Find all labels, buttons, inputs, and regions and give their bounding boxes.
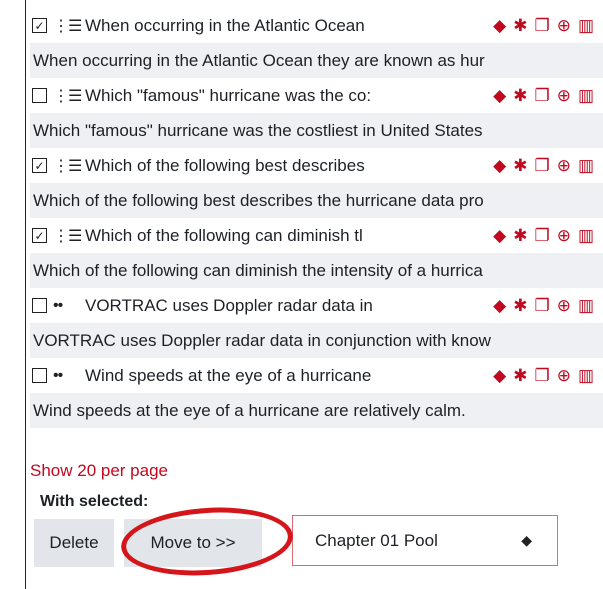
question-bank-panel: ✓ ⋮☰ When occurring in the Atlantic Ocean ◆… xyxy=(25,0,603,589)
question-name[interactable]: Which of the following best describes xyxy=(85,156,365,176)
zoom-icon[interactable]: ⊕ xyxy=(557,297,571,314)
question-actions: ◆ ✱ ❐ ⊕ ▥ xyxy=(491,218,594,253)
question-row: ⋮☰ Which "famous" hurricane was the co: ◆ ✱… xyxy=(30,78,603,113)
question-actions: ◆ ✱ ❐ ⊕ ▥ xyxy=(491,148,594,183)
question-name[interactable]: When occurring in the Atlantic Ocean xyxy=(85,16,365,36)
show-per-page-link[interactable]: Show 20 per page xyxy=(30,461,168,481)
gear-icon[interactable]: ✱ xyxy=(513,367,527,384)
copy-icon[interactable]: ❐ xyxy=(534,17,549,34)
question-name[interactable]: VORTRAC uses Doppler radar data in xyxy=(85,296,373,316)
zoom-icon[interactable]: ⊕ xyxy=(557,17,571,34)
question-row: ✓ ⋮☰ Which of the following best describes… xyxy=(30,148,603,183)
question-row: ✓ ⋮☰ Which of the following can diminish t… xyxy=(30,218,603,253)
question-actions: ◆ ✱ ❐ ⊕ ▥ xyxy=(491,358,594,393)
trash-icon[interactable]: ▥ xyxy=(578,87,594,104)
multichoice-type-icon: ⋮☰ xyxy=(53,17,82,35)
copy-icon[interactable]: ❐ xyxy=(534,297,549,314)
tag-icon[interactable]: ◆ xyxy=(493,87,506,104)
question-row: •• VORTRAC uses Doppler radar data in ◆ ✱ ❐ ⊕… xyxy=(30,288,603,323)
question-actions: ◆ ✱ ❐ ⊕ ▥ xyxy=(491,8,594,43)
question-actions: ◆ ✱ ❐ ⊕ ▥ xyxy=(491,78,594,113)
tag-icon[interactable]: ◆ xyxy=(493,367,506,384)
tag-icon[interactable]: ◆ xyxy=(493,297,506,314)
question-checkbox[interactable] xyxy=(32,88,47,103)
zoom-icon[interactable]: ⊕ xyxy=(557,157,571,174)
multichoice-type-icon: ⋮☰ xyxy=(53,157,82,175)
move-to-button[interactable]: Move to >> xyxy=(124,519,262,567)
question-text-row: When occurring in the Atlantic Ocean the… xyxy=(30,43,603,78)
zoom-icon[interactable]: ⊕ xyxy=(557,227,571,244)
multichoice-type-icon: ⋮☰ xyxy=(53,87,82,105)
category-select[interactable]: Chapter 01 Pool ◆ xyxy=(292,515,558,566)
zoom-icon[interactable]: ⊕ xyxy=(557,367,571,384)
trash-icon[interactable]: ▥ xyxy=(578,157,594,174)
question-row: ✓ ⋮☰ When occurring in the Atlantic Ocean ◆… xyxy=(30,8,603,43)
copy-icon[interactable]: ❐ xyxy=(534,87,549,104)
gear-icon[interactable]: ✱ xyxy=(513,227,527,244)
question-checkbox[interactable] xyxy=(32,298,47,313)
question-list: ✓ ⋮☰ When occurring in the Atlantic Ocean ◆… xyxy=(30,8,603,428)
trash-icon[interactable]: ▥ xyxy=(578,367,594,384)
with-selected-label: With selected: xyxy=(40,493,149,510)
question-name[interactable]: Wind speeds at the eye of a hurricane xyxy=(85,366,371,386)
true-false-type-icon: •• xyxy=(53,366,63,384)
tag-icon[interactable]: ◆ xyxy=(493,227,506,244)
zoom-icon[interactable]: ⊕ xyxy=(557,87,571,104)
tag-icon[interactable]: ◆ xyxy=(493,17,506,34)
copy-icon[interactable]: ❐ xyxy=(534,367,549,384)
question-text-row: Which "famous" hurricane was the costlie… xyxy=(30,113,603,148)
question-checkbox[interactable]: ✓ xyxy=(32,228,47,243)
question-checkbox[interactable] xyxy=(32,368,47,383)
trash-icon[interactable]: ▥ xyxy=(578,297,594,314)
trash-icon[interactable]: ▥ xyxy=(578,227,594,244)
gear-icon[interactable]: ✱ xyxy=(513,297,527,314)
category-select-value: Chapter 01 Pool xyxy=(315,531,438,550)
question-text-row: VORTRAC uses Doppler radar data in conju… xyxy=(30,323,603,358)
tag-icon[interactable]: ◆ xyxy=(493,157,506,174)
select-arrows-icon: ◆ xyxy=(521,532,532,548)
question-row: •• Wind speeds at the eye of a hurricane ◆… xyxy=(30,358,603,393)
question-text-row: Wind speeds at the eye of a hurricane ar… xyxy=(30,393,603,428)
copy-icon[interactable]: ❐ xyxy=(534,227,549,244)
question-checkbox[interactable]: ✓ xyxy=(32,18,47,33)
question-checkbox[interactable]: ✓ xyxy=(32,158,47,173)
trash-icon[interactable]: ▥ xyxy=(578,17,594,34)
gear-icon[interactable]: ✱ xyxy=(513,157,527,174)
question-name[interactable]: Which of the following can diminish tl xyxy=(85,226,363,246)
multichoice-type-icon: ⋮☰ xyxy=(53,227,82,245)
question-text-row: Which of the following best describes th… xyxy=(30,183,603,218)
delete-button[interactable]: Delete xyxy=(34,519,114,567)
question-text-row: Which of the following can diminish the … xyxy=(30,253,603,288)
copy-icon[interactable]: ❐ xyxy=(534,157,549,174)
true-false-type-icon: •• xyxy=(53,296,63,314)
gear-icon[interactable]: ✱ xyxy=(513,87,527,104)
gear-icon[interactable]: ✱ xyxy=(513,17,527,34)
question-name[interactable]: Which "famous" hurricane was the co: xyxy=(85,86,371,106)
question-actions: ◆ ✱ ❐ ⊕ ▥ xyxy=(491,288,594,323)
